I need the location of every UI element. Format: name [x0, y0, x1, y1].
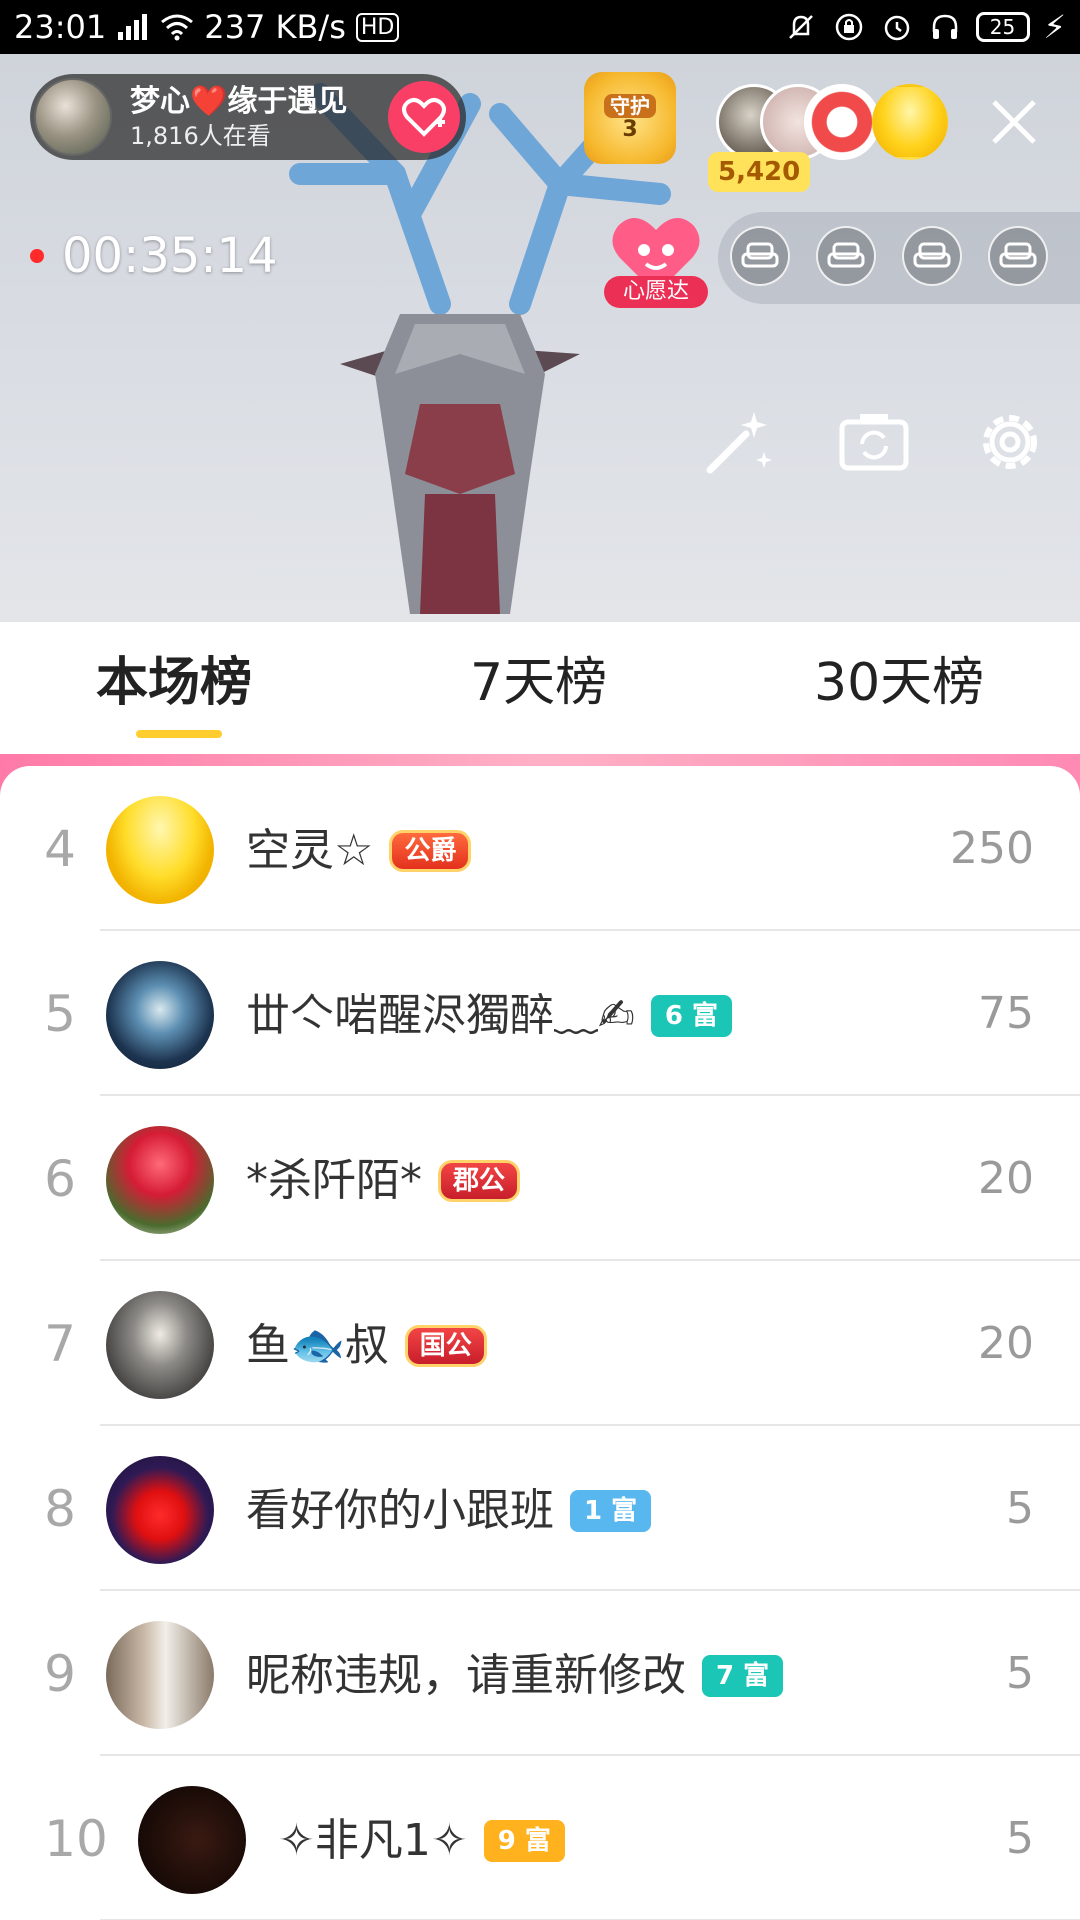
wealth-level-badge: 7 富	[702, 1655, 784, 1697]
user-avatar[interactable]	[106, 1126, 214, 1234]
sofa-icon	[741, 242, 779, 268]
rank-number: 8	[44, 1480, 76, 1538]
alarm-icon	[880, 10, 914, 44]
rank-number: 9	[44, 1645, 76, 1703]
sofa-icon	[827, 242, 865, 268]
user-avatar[interactable]	[138, 1786, 246, 1894]
user-name: 鱼🐟叔	[246, 1320, 389, 1371]
user-name: 空灵☆	[246, 825, 374, 876]
live-video[interactable]: 梦心❤️缘于遇见 1,816人在看 守护 3 5,420 00:35:14 心愿…	[0, 54, 1080, 622]
settings-button[interactable]	[972, 404, 1048, 480]
host-avatar[interactable]	[34, 78, 112, 156]
ranking-row[interactable]: 7 鱼🐟叔 国公 20	[0, 1261, 1080, 1426]
user-name: 丗亽啱醒浕獨醉﹏✍	[246, 990, 635, 1041]
recording-dot-icon	[30, 249, 44, 263]
tab-7-days[interactable]: 7天榜	[470, 650, 607, 716]
wifi-icon	[160, 10, 194, 44]
contribution-score: 5	[1006, 1648, 1034, 1699]
sofa-icon	[999, 242, 1037, 268]
user-name: ✧非凡1✧	[278, 1815, 468, 1866]
status-time: 23:01	[14, 8, 107, 46]
ranking-row[interactable]: 6 *杀阡陌* 郡公 20	[0, 1096, 1080, 1261]
coin-count: 5,420	[708, 152, 811, 192]
contribution-score: 5	[1006, 1813, 1034, 1864]
camera-switch-icon	[839, 414, 909, 471]
user-avatar[interactable]	[106, 1621, 214, 1729]
ranking-row[interactable]: 10 ✧非凡1✧ 9 富 5	[0, 1756, 1080, 1920]
user-avatar[interactable]	[106, 1456, 214, 1564]
switch-camera-button[interactable]	[836, 404, 912, 480]
noble-badge: 国公	[404, 1325, 487, 1367]
lock-rotation-icon	[832, 10, 866, 44]
host-name: 梦心❤️缘于遇见	[130, 84, 348, 119]
noble-badge: 公爵	[389, 830, 472, 872]
gear-icon	[983, 415, 1037, 469]
tab-indicator	[136, 730, 222, 738]
rank-number: 6	[44, 1150, 76, 1208]
user-name: *杀阡陌*	[246, 1155, 422, 1206]
charging-icon: ⚡	[1043, 8, 1066, 46]
contribution-score: 5	[1006, 1483, 1034, 1534]
ranking-row[interactable]: 8 看好你的小跟班 1 富 5	[0, 1426, 1080, 1591]
user-avatar[interactable]	[106, 1291, 214, 1399]
guard-badge[interactable]: 守护 3	[584, 72, 676, 164]
status-bar: 23:01 237 KB/s HD 25 ⚡	[0, 0, 1080, 54]
wealth-level-badge: 6 富	[650, 995, 733, 1037]
rank-number: 4	[44, 820, 76, 878]
signal-icon	[116, 10, 150, 44]
audience-avatar[interactable]	[804, 84, 880, 160]
user-avatar[interactable]	[106, 796, 214, 904]
wealth-level-badge: 9 富	[483, 1820, 565, 1862]
rank-number: 5	[44, 985, 76, 1043]
ranking-row[interactable]: 5 丗亽啱醒浕獨醉﹏✍ 6 富 75	[0, 931, 1080, 1096]
beauty-filter-button[interactable]	[700, 404, 776, 480]
timer-text: 00:35:14	[62, 228, 278, 284]
follow-button[interactable]	[388, 81, 460, 153]
rank-number: 10	[44, 1810, 108, 1868]
user-name: 昵称违规，请重新修改	[246, 1650, 686, 1701]
rank-number: 7	[44, 1315, 76, 1373]
close-icon	[992, 100, 1036, 144]
empty-seat[interactable]	[902, 226, 962, 286]
guard-count: 3	[622, 117, 638, 142]
magic-wand-icon	[706, 412, 772, 474]
mute-icon	[784, 10, 818, 44]
empty-seat[interactable]	[816, 226, 876, 286]
audience-avatar[interactable]	[872, 84, 948, 160]
ranking-tabs: 本场榜 7天榜 30天榜	[0, 622, 1080, 754]
tab-current-session[interactable]: 本场榜	[96, 650, 252, 716]
close-button[interactable]	[984, 92, 1044, 152]
ranking-row[interactable]: 9 昵称违规，请重新修改 7 富 5	[0, 1591, 1080, 1756]
headphones-icon	[928, 10, 962, 44]
hd-indicator: HD	[355, 12, 400, 42]
wish-label[interactable]: 心愿达	[604, 276, 708, 308]
contribution-score: 250	[950, 823, 1034, 874]
empty-seat[interactable]	[988, 226, 1048, 286]
wealth-level-badge: 1 富	[570, 1490, 652, 1532]
guard-title: 守护	[604, 94, 656, 118]
host-info-pill[interactable]: 梦心❤️缘于遇见 1,816人在看	[30, 74, 466, 160]
tab-30-days[interactable]: 30天榜	[814, 650, 984, 716]
contribution-score: 20	[978, 1153, 1034, 1204]
noble-badge: 郡公	[438, 1160, 521, 1202]
empty-seat[interactable]	[730, 226, 790, 286]
viewer-count: 1,816人在看	[130, 122, 271, 150]
network-speed: 237 KB/s	[204, 8, 346, 46]
contribution-score: 75	[978, 988, 1034, 1039]
user-name: 看好你的小跟班	[246, 1485, 554, 1536]
ranking-list: 4 空灵☆ 公爵 250 5 丗亽啱醒浕獨醉﹏✍ 6 富 75 6 *杀阡陌*	[0, 766, 1080, 1920]
heart-plus-icon	[402, 98, 446, 137]
battery-indicator: 25	[975, 12, 1030, 42]
live-timer: 00:35:14	[30, 228, 278, 284]
contribution-score: 20	[978, 1318, 1034, 1369]
ranking-row[interactable]: 4 空灵☆ 公爵 250	[0, 766, 1080, 931]
user-avatar[interactable]	[106, 961, 214, 1069]
sofa-icon	[913, 242, 951, 268]
